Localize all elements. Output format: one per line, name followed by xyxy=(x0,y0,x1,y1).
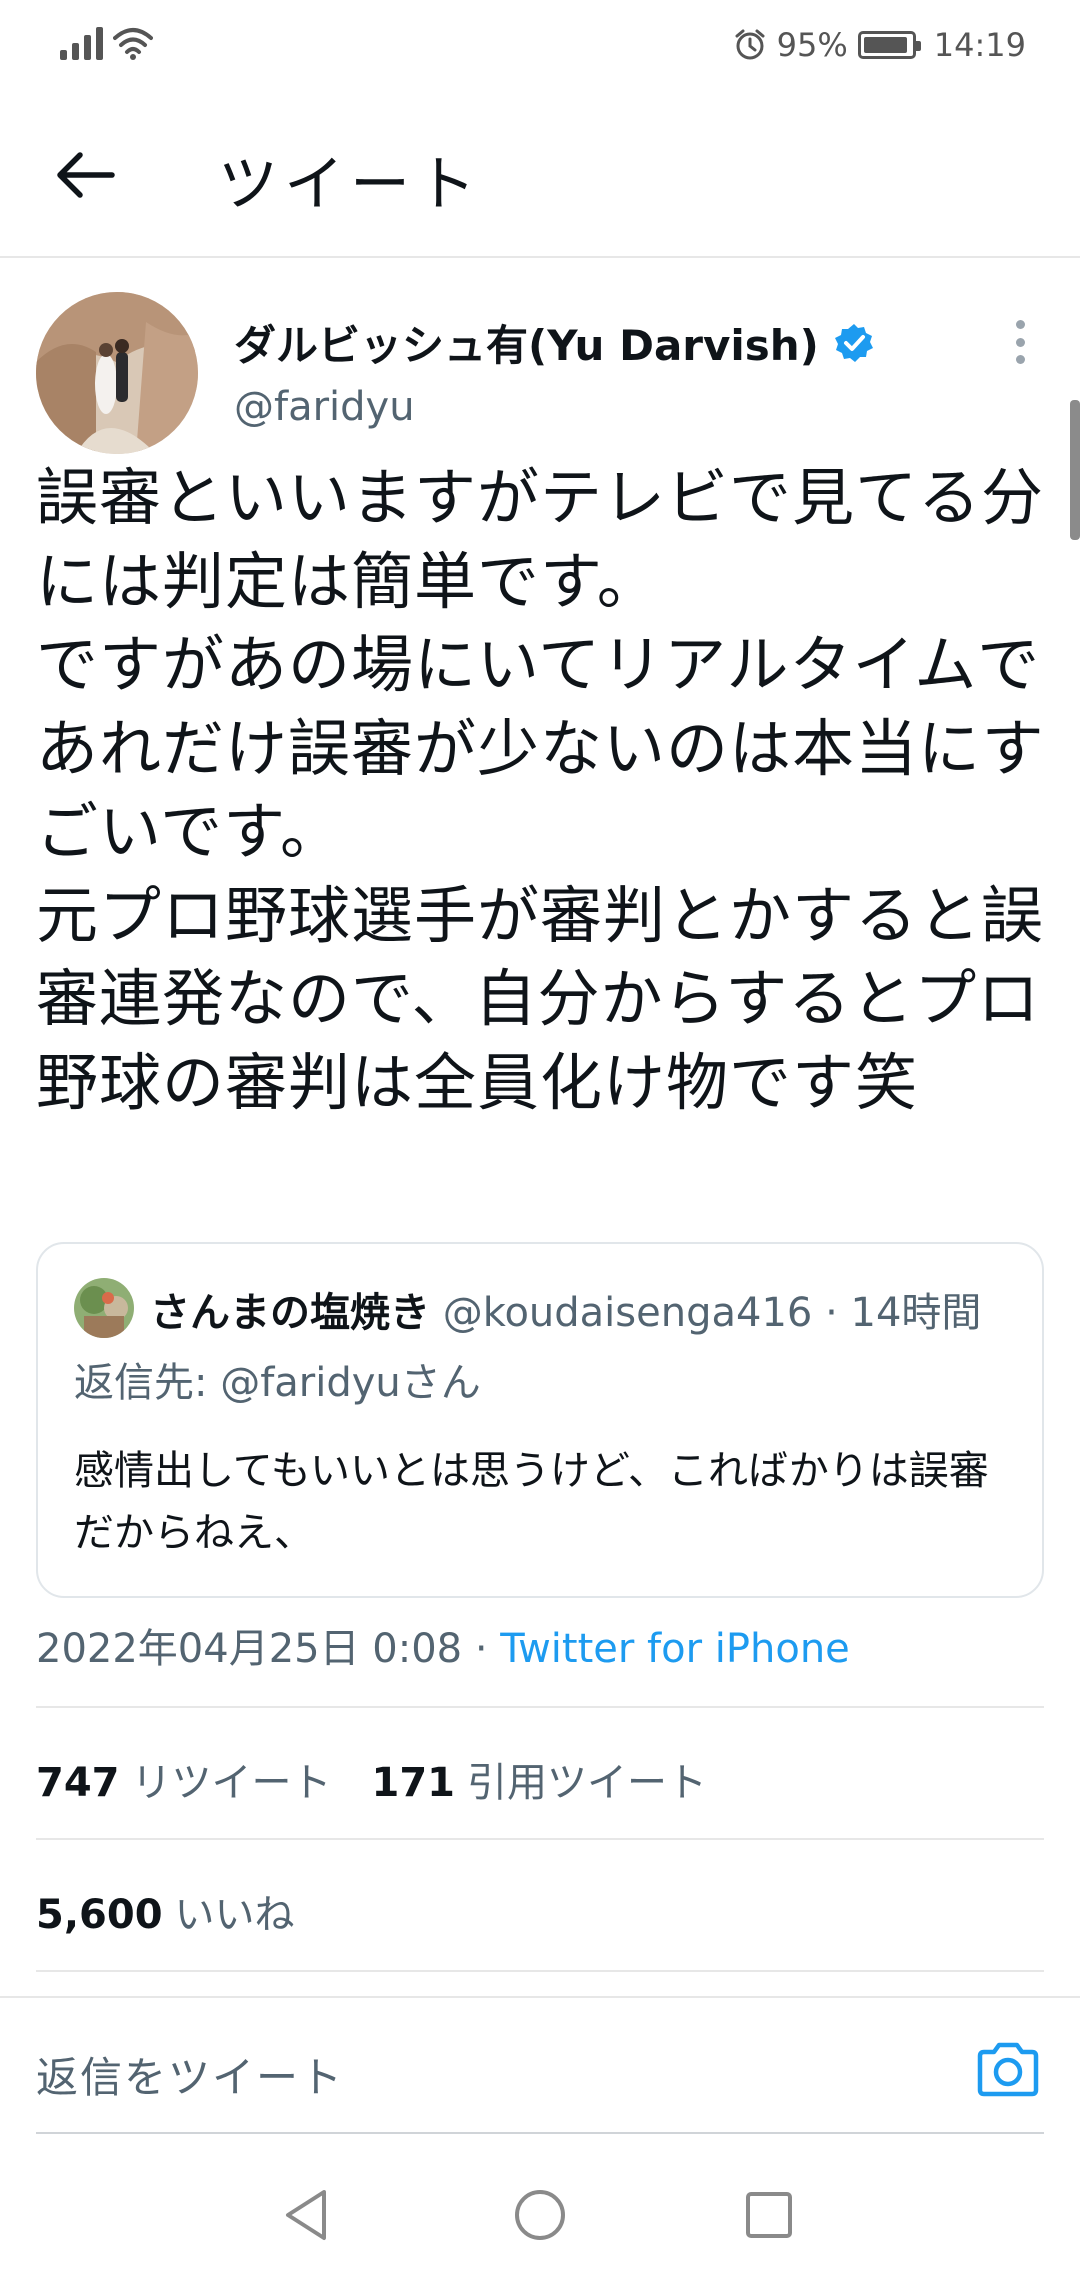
author-name[interactable]: ダルビッシュ有(Yu Darvish) xyxy=(234,312,875,373)
page-title: ツイート xyxy=(218,150,482,220)
quoted-reply-to: 返信先: @faridyuさん xyxy=(74,1360,481,1406)
author-name-text: ダルビッシュ有(Yu Darvish) xyxy=(234,321,819,370)
clock: 14:19 xyxy=(933,26,1026,64)
arrow-left-icon[interactable] xyxy=(50,140,120,210)
quoted-name: さんまの塩焼き xyxy=(150,1290,430,1336)
retweet-stats: 747 リツイート 171 引用ツイート xyxy=(36,1750,707,1808)
quotes-count: 171 xyxy=(371,1760,456,1806)
scrollbar[interactable] xyxy=(1070,400,1080,540)
tweet-text: 誤審といいますがテレビで見てる分には判定は簡単です。 ですがあの場にいてリアルタ… xyxy=(36,461,1045,1119)
battery-icon xyxy=(857,31,921,59)
quoted-time: · 14時間 xyxy=(825,1290,982,1336)
tweet-timestamp: 2022年04月25日 0:08 · Twitter for iPhone xyxy=(36,1616,850,1674)
status-bar: 95% 14:19 xyxy=(0,0,1080,92)
alarm-icon xyxy=(735,29,765,60)
reply-bar: 返信をツイート xyxy=(0,1996,1080,2130)
battery-percent: 95% xyxy=(776,26,848,64)
app-header: ツイート xyxy=(0,92,1080,258)
retweets-count: 747 xyxy=(36,1760,120,1806)
system-nav-bar xyxy=(0,2150,1080,2280)
circle-home-icon[interactable] xyxy=(505,2180,575,2250)
verified-badge-icon xyxy=(834,323,873,362)
divider xyxy=(36,1970,1044,1972)
camera-icon[interactable] xyxy=(974,2040,1042,2098)
likes-label: いいね xyxy=(174,1892,295,1938)
quoted-handle: @koudaisenga416 xyxy=(442,1290,813,1336)
author-handle[interactable]: @faridyu xyxy=(234,384,415,430)
battery-level xyxy=(863,37,908,53)
tweet-source-link[interactable]: Twitter for iPhone xyxy=(500,1626,850,1672)
likes-stat[interactable]: 5,600 いいね xyxy=(36,1882,295,1940)
retweets-stat[interactable]: 747 リツイート xyxy=(36,1750,332,1808)
quoted-tweet[interactable]: さんまの塩焼き @koudaisenga416 · 14時間 返信先: @far… xyxy=(36,1242,1044,1598)
quoted-header: さんまの塩焼き @koudaisenga416 · 14時間 xyxy=(150,1280,981,1338)
like-stats: 5,600 いいね xyxy=(36,1882,295,1940)
square-recent-icon[interactable] xyxy=(734,2180,804,2250)
triangle-back-icon[interactable] xyxy=(272,2180,342,2250)
reply-underline xyxy=(36,2132,1044,2134)
wifi-icon xyxy=(113,28,153,60)
divider xyxy=(36,1706,1044,1708)
quoted-text: 感情出してもいいとは思うけど、こればかりは誤審だからねえ、 xyxy=(74,1448,989,1556)
divider xyxy=(36,1838,1044,1840)
timestamp-text: 2022年04月25日 0:08 · xyxy=(36,1626,501,1672)
status-left xyxy=(60,26,153,60)
status-right: 95% 14:19 xyxy=(733,26,1026,64)
quotes-label: 引用ツイート xyxy=(467,1760,707,1806)
signal-icon xyxy=(60,26,103,60)
quoted-avatar xyxy=(74,1278,134,1338)
likes-count: 5,600 xyxy=(36,1892,163,1938)
reply-input[interactable]: 返信をツイート xyxy=(36,2044,344,2105)
author-avatar[interactable] xyxy=(36,292,198,454)
more-vertical-icon[interactable] xyxy=(1012,320,1028,364)
retweets-label: リツイート xyxy=(131,1760,332,1806)
quotes-stat[interactable]: 171 引用ツイート xyxy=(372,1750,708,1808)
